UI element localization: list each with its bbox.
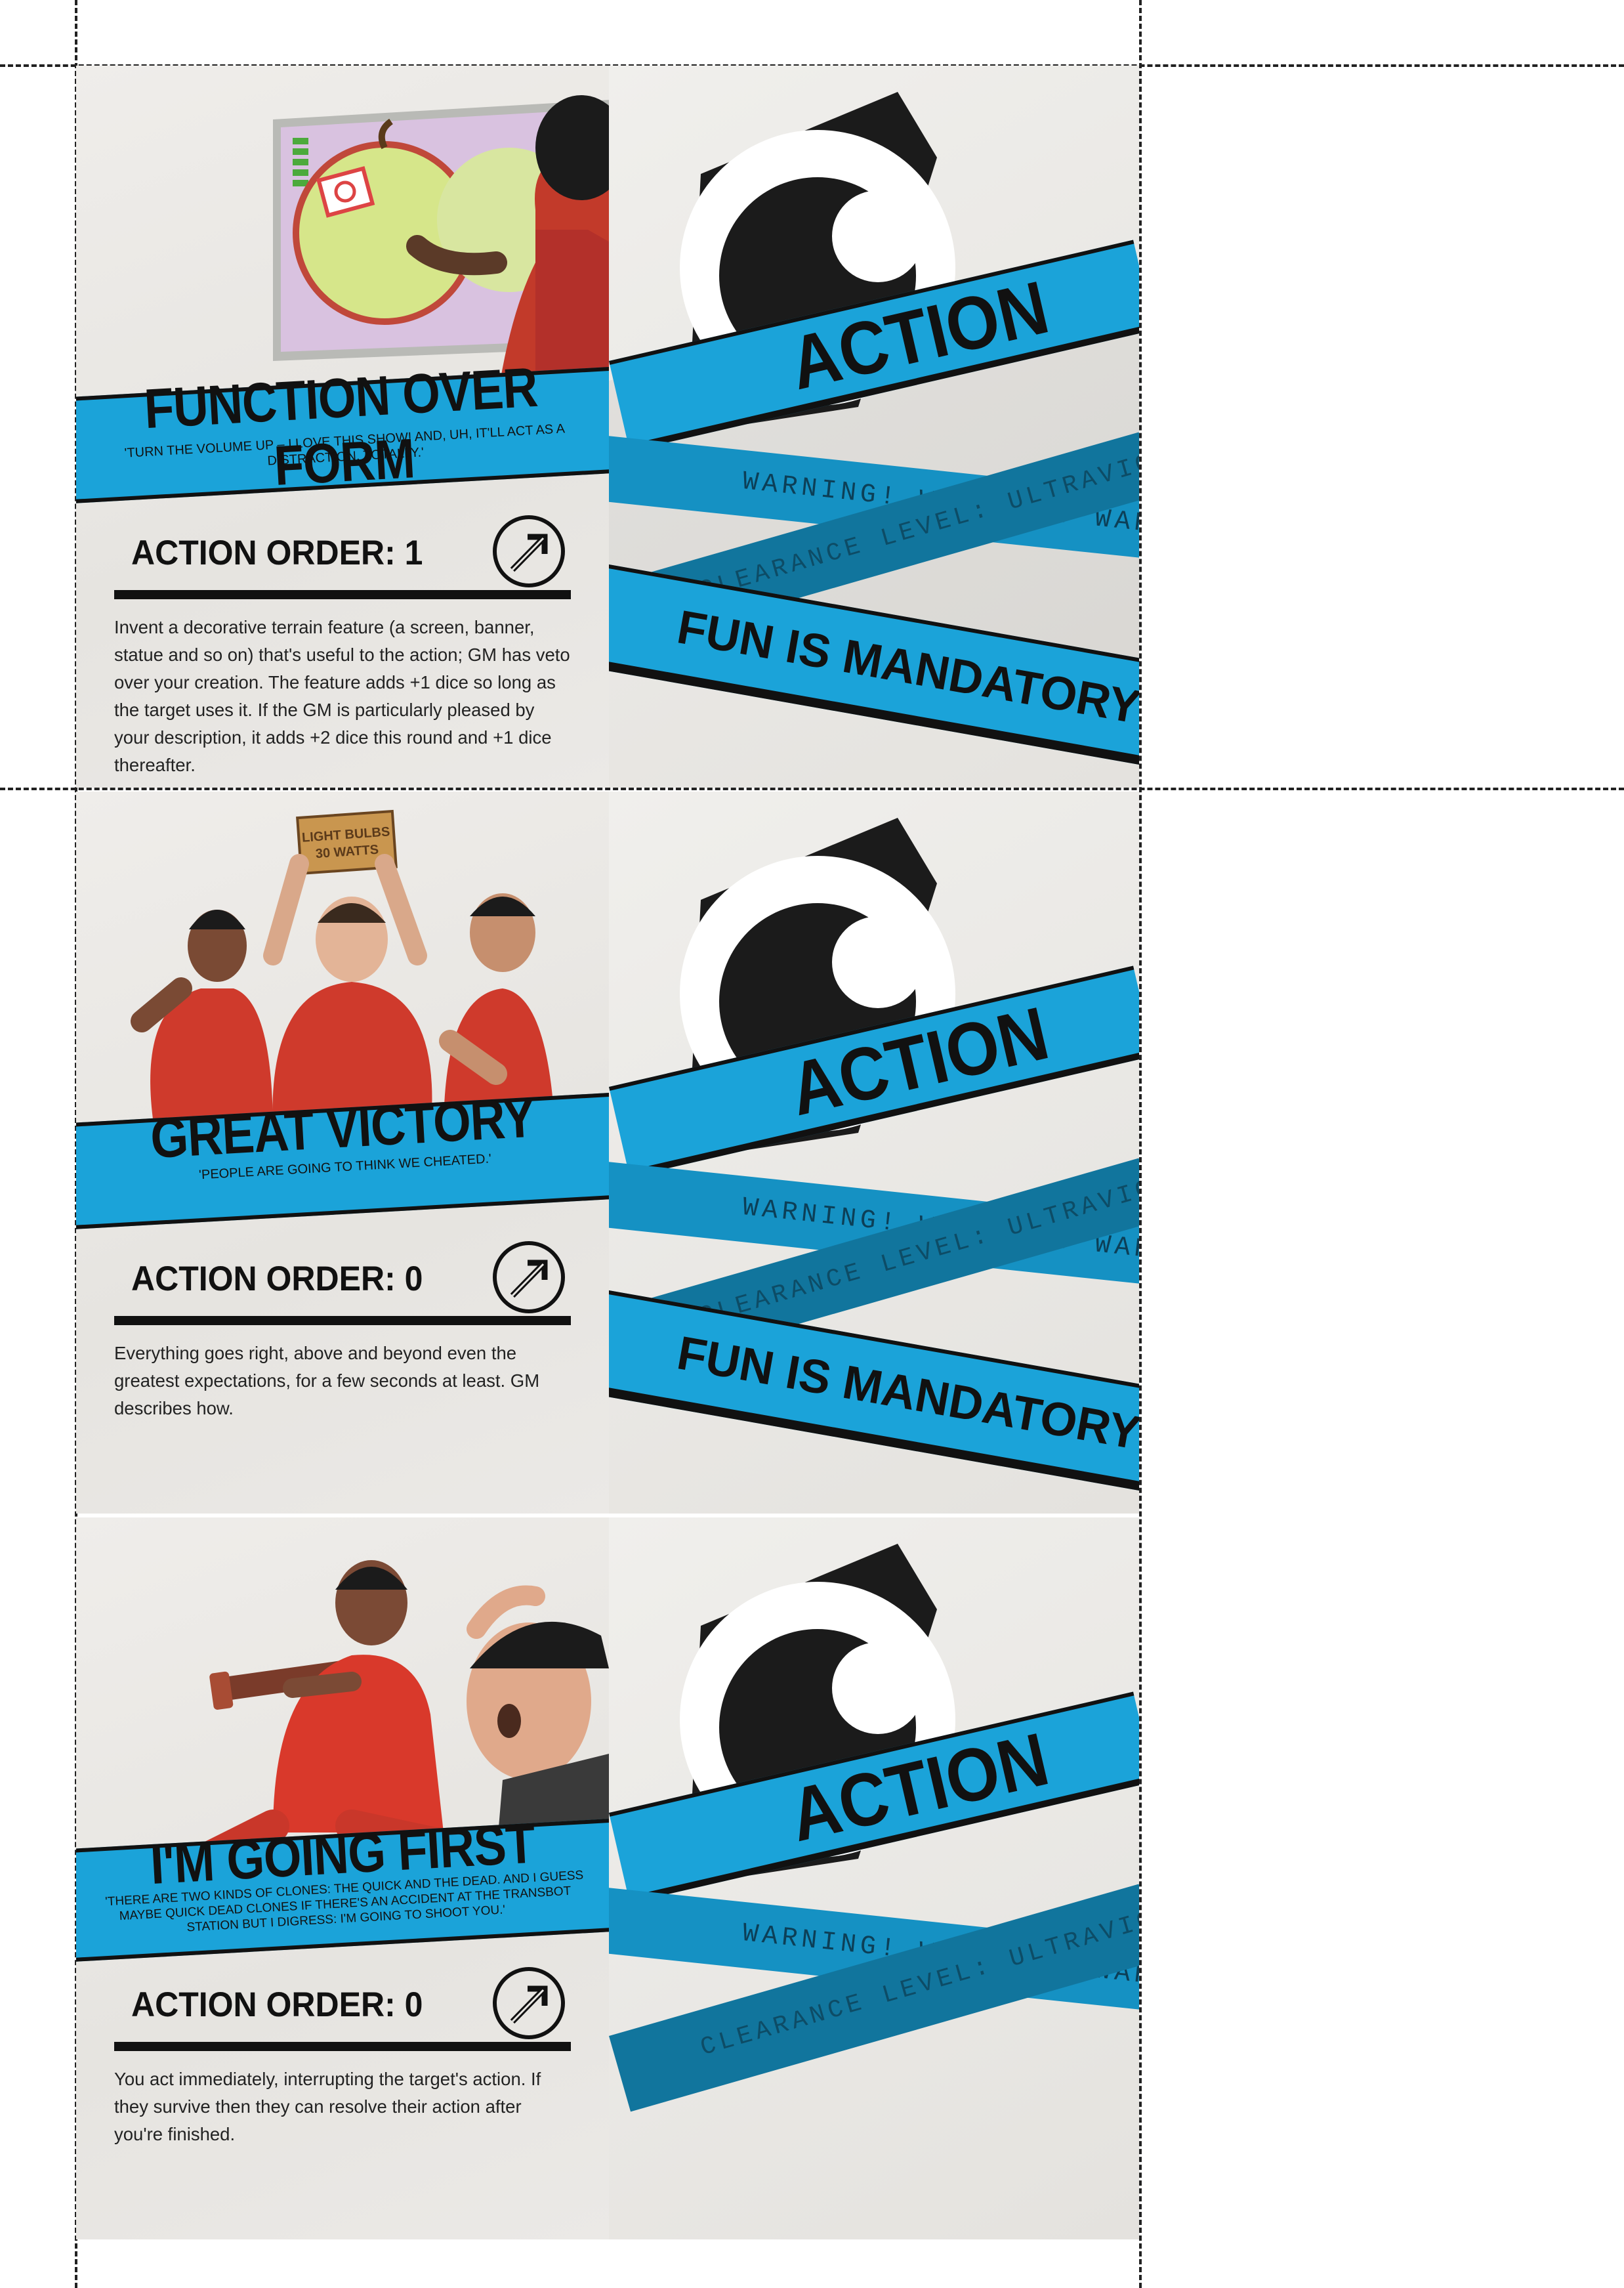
arrow-circle-icon bbox=[493, 515, 565, 587]
card-back: ACTION WARNING! WARNING! WARNING! CLEARA… bbox=[609, 1517, 1139, 2239]
card-function-over-form: FUNCTION OVER FORM 'TURN THE VOLUME UP –… bbox=[76, 66, 1139, 788]
illustration-clone-shooting bbox=[191, 1560, 609, 1859]
card-body-text: Invent a decorative terrain feature (a s… bbox=[114, 617, 570, 775]
card-im-going-first: I'M GOING FIRST 'THERE ARE TWO KINDS OF … bbox=[76, 1517, 1139, 2239]
card-body-text: Everything goes right, above and beyond … bbox=[114, 1343, 540, 1418]
card-front: I'M GOING FIRST 'THERE ARE TWO KINDS OF … bbox=[76, 1517, 609, 2239]
card-front: LIGHT BULBS 30 WATTS GREAT VICTORY 'PEOP… bbox=[76, 792, 609, 1514]
arrow-circle-icon bbox=[493, 1241, 565, 1313]
action-order-label: ACTION ORDER: 1 bbox=[131, 533, 423, 572]
arrow-circle-icon bbox=[493, 1967, 565, 2039]
card-body-text: You act immediately, interrupting the ta… bbox=[114, 2069, 541, 2144]
action-order-label: ACTION ORDER: 0 bbox=[131, 1259, 423, 1298]
illustration-three-clones: LIGHT BULBS 30 WATTS bbox=[131, 809, 555, 1133]
cut-line-right bbox=[1139, 0, 1142, 2288]
action-order-rule bbox=[114, 2042, 571, 2051]
action-order-rule bbox=[114, 1316, 571, 1325]
card-back: ACTION WARNING! WARNING! WARNING! CLEARA… bbox=[609, 792, 1139, 1514]
card-back: ACTION WARNING! WARNING! WARNING! CLEARA… bbox=[609, 66, 1139, 788]
action-order-label: ACTION ORDER: 0 bbox=[131, 1985, 423, 2024]
action-order-rule bbox=[114, 590, 571, 599]
cut-line-middle bbox=[0, 788, 1624, 790]
card-front: FUNCTION OVER FORM 'TURN THE VOLUME UP –… bbox=[76, 66, 609, 788]
card-great-victory: LIGHT BULBS 30 WATTS GREAT VICTORY 'PEOP… bbox=[76, 792, 1139, 1514]
